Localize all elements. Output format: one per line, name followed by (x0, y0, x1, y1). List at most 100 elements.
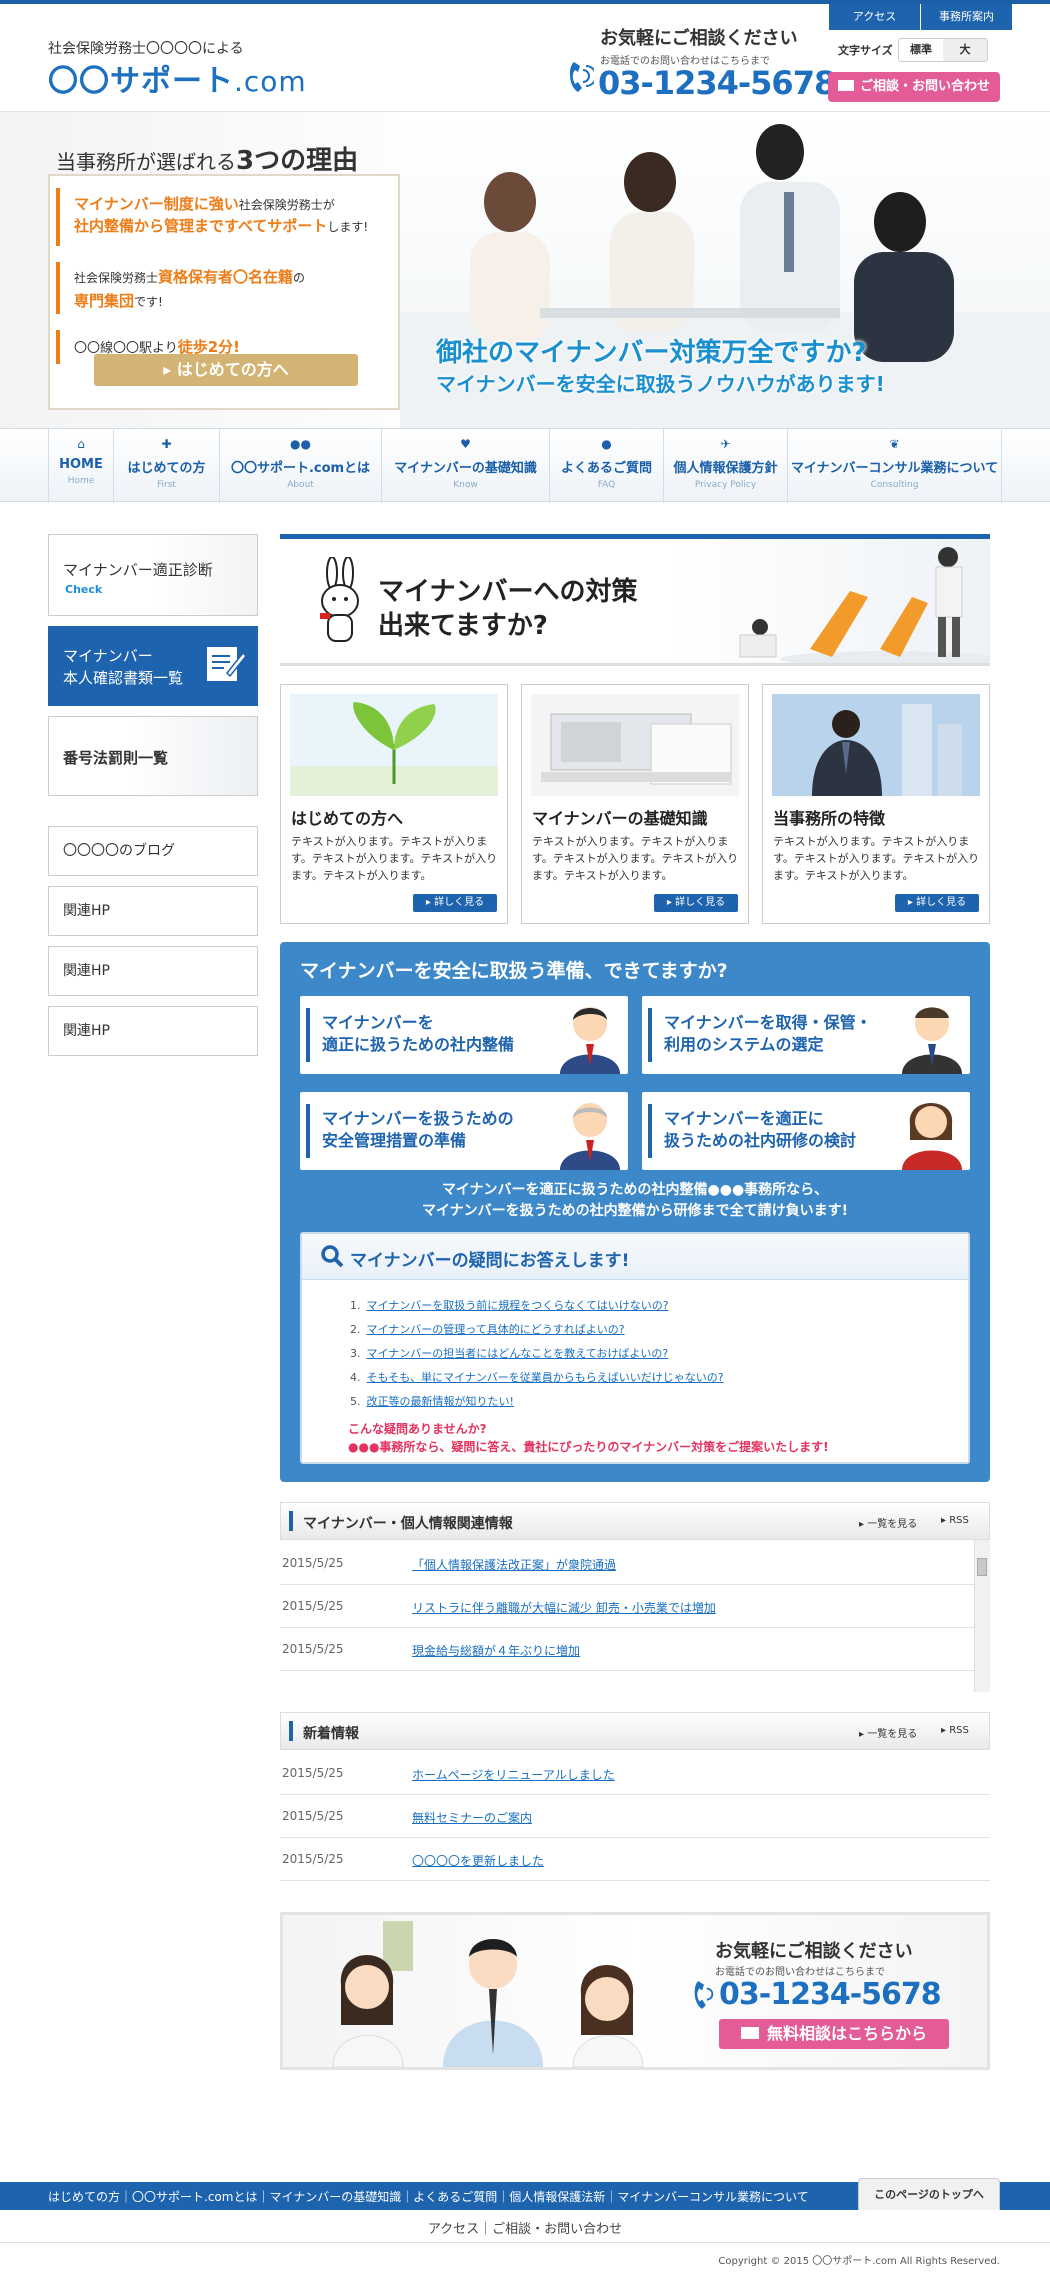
consult-button[interactable]: ご相談・お問い合わせ (828, 72, 1000, 102)
feature-more-button[interactable]: ▸ 詳しく見る (654, 894, 738, 912)
sidebar-banner-check[interactable]: マイナンバー適正診断 Check (48, 534, 258, 616)
nav-item-about[interactable]: ●● 〇〇サポート.comとは About (220, 429, 382, 503)
news-link[interactable]: 現金給与総額が４年ぶりに増加 (412, 1642, 580, 1659)
nav-item-privacy[interactable]: ✈ 個人情報保護方針 Privacy Policy (664, 429, 788, 503)
faq-link[interactable]: マイナンバーの管理って具体的にどうすればよいの? (367, 1323, 625, 1336)
prep-card-line2: 利用のシステムの選定 (664, 1035, 824, 1054)
news-row: 2015/5/25 「個人情報保護法改正案」が衆院通過 (280, 1542, 980, 1585)
consult-button-label: ご相談・お問い合わせ (859, 79, 990, 94)
feature-more-label: 詳しく見る (916, 897, 967, 908)
feature-more-button[interactable]: ▸ 詳しく見る (413, 894, 497, 912)
section-accent-bar (289, 1511, 293, 1531)
nav-item-faq[interactable]: ● よくあるご質問 FAQ (550, 429, 664, 503)
reason-1-emph2: 社内整備から管理まですべてサポート (74, 217, 328, 235)
news-link[interactable]: 「個人情報保護法改正案」が衆院通過 (412, 1556, 616, 1573)
feature-more-button[interactable]: ▸ 詳しく見る (895, 894, 979, 912)
sidebar-link-related-3[interactable]: 関連HP (48, 1006, 258, 1056)
top-link-access[interactable]: アクセス (828, 4, 920, 30)
main-banner-catch: マイナンバーへの対策 出来てますか? (378, 575, 637, 643)
tel-number[interactable]: 03-1234-5678 (598, 64, 836, 102)
contact-banner: お気軽にご相談ください お電話でのお問い合わせはこちらまで 03-1234-56… (280, 1912, 990, 2070)
mail-icon (837, 80, 854, 91)
prep-card-system[interactable]: マイナンバーを取得・保管・ 利用のシステムの選定 (642, 996, 970, 1074)
news-link[interactable]: ホームページをリニューアルしました (412, 1766, 615, 1783)
prep-card-line1: マイナンバーを扱うための (322, 1109, 514, 1128)
reason-2: 社会保険労務士資格保有者〇名在籍の 専門集団です! (56, 262, 392, 314)
page-top-button[interactable]: このページのトップへ (858, 2178, 1000, 2210)
sidebar-banner-penalties[interactable]: 番号法罰則一覧 (48, 716, 258, 796)
businessman-illustration (902, 1007, 962, 1074)
top-link-office[interactable]: 事務所案内 (920, 4, 1012, 30)
rss-link[interactable]: ▸ RSS (941, 1515, 969, 1526)
nav-label: よくあるご質問 (560, 461, 652, 476)
first-visit-button[interactable]: ▸ はじめての方へ (94, 354, 358, 386)
news-date: 2015/5/25 (282, 1766, 344, 1780)
sidebar-link-related-1[interactable]: 関連HP (48, 886, 258, 936)
nav-sublabel: First (157, 480, 176, 490)
hero-title-strong: 3つの理由 (236, 146, 359, 176)
font-size-large-button[interactable]: 大 (943, 39, 987, 61)
news-scrollbar[interactable] (974, 1540, 990, 1692)
sidebar-banner-check-sub: Check (65, 583, 103, 596)
faq-item: 2. マイナンバーの管理って具体的にどうすればよいの? (350, 1323, 625, 1336)
prep-card-line2: 扱うための社内研修の検討 (664, 1131, 857, 1150)
site-header: 社会保険労務士〇〇〇〇による 〇〇サポート.com お気軽にご相談ください お電… (0, 4, 1050, 112)
news-list-link[interactable]: ▸ 一覧を見る (859, 1515, 917, 1530)
reason-1-emph: マイナンバー制度に強い (74, 195, 239, 213)
nav-sublabel: Home (67, 476, 95, 486)
faq-link[interactable]: マイナンバーの担当者にはどんなことを教えておけばよいの? (367, 1347, 669, 1360)
phone-icon (569, 62, 594, 92)
faq-link[interactable]: 改正等の最新情報が知りたい! (367, 1395, 514, 1408)
news-title: マイナンバー・個人情報関連情報 (303, 1516, 513, 1532)
nav-item-first[interactable]: ✚ はじめての方 First (114, 429, 220, 503)
preparation-message-line2: マイナンバーを扱うための社内整備から研修まで全て請け負います! (421, 1203, 849, 1219)
news-date: 2015/5/25 (282, 1852, 344, 1866)
sidebar-link-blog[interactable]: 〇〇〇〇のブログ (48, 826, 258, 876)
font-size-standard-button[interactable]: 標準 (899, 39, 943, 61)
news-list-link[interactable]: ▸ 一覧を見る (859, 1725, 917, 1740)
businessman-illustration (560, 1007, 620, 1074)
site-logo[interactable]: 〇〇サポート.com (48, 56, 307, 100)
footer-links[interactable]: はじめての方｜〇〇サポート.comとは｜マイナンバーの基礎知識｜よくあるご質問｜… (48, 2188, 809, 2205)
news-date: 2015/5/25 (282, 1599, 344, 1613)
news-list-link-label: 一覧を見る (867, 1729, 918, 1740)
sidebar-banner-id-line1: マイナンバー (63, 647, 153, 665)
faq-item: 3. マイナンバーの担当者にはどんなことを教えておけばよいの? (350, 1347, 669, 1360)
contact-banner-tel[interactable]: 03-1234-5678 (719, 1977, 942, 2012)
main-banner-line1: マイナンバーへの対策 (378, 577, 638, 607)
reason-2-text: 社会保険労務士 (74, 271, 159, 285)
footer-sub-links[interactable]: アクセス｜ご相談・お問い合わせ (0, 2218, 1050, 2237)
rss-link[interactable]: ▸ RSS (941, 1725, 969, 1736)
free-consult-button[interactable]: 無料相談はこちらから (719, 2019, 949, 2049)
rss-label: RSS (949, 1725, 969, 1736)
free-consult-button-label: 無料相談はこちらから (766, 2024, 927, 2043)
nav-sublabel: Consulting (870, 480, 919, 490)
news-link[interactable]: リストラに伴う離職が大幅に減少 卸売・小売業では増加 (412, 1599, 716, 1616)
prep-card-text: マイナンバーを取得・保管・ 利用のシステムの選定 (664, 1012, 872, 1056)
nav-item-home[interactable]: ⌂ HOME Home (48, 429, 114, 503)
office-desk-image (531, 694, 739, 796)
faq-link[interactable]: マイナンバーを取扱う前に規程をつくらなくてはいけないの? (367, 1299, 669, 1312)
elderly-man-illustration (560, 1103, 620, 1170)
global-nav: ⌂ HOME Home ✚ はじめての方 First ●● 〇〇サポート.comとは Abo… (0, 428, 1050, 503)
nav-item-know[interactable]: ♥ マイナンバーの基礎知識 Know (382, 429, 550, 503)
prep-card-text: マイナンバーを扱うための 安全管理措置の準備 (322, 1108, 514, 1152)
news-link[interactable]: 無料セミナーのご案内 (412, 1809, 532, 1826)
faq-list: 1. マイナンバーを取扱う前に規程をつくらなくてはいけないの? 2. マイナンバーの… (350, 1294, 724, 1414)
prep-card-internal[interactable]: マイナンバーを 適正に扱うための社内整備 (300, 996, 628, 1074)
scrollbar-thumb[interactable] (977, 1558, 987, 1576)
prep-card-security[interactable]: マイナンバーを扱うための 安全管理措置の準備 (300, 1092, 628, 1170)
sidebar-banner-penalties-title: 番号法罰則一覧 (63, 749, 169, 767)
reason-1-text: 社会保険労務士が (238, 198, 335, 212)
sidebar-link-related-2[interactable]: 関連HP (48, 946, 258, 996)
prep-card-line2: 適正に扱うための社内整備 (322, 1035, 515, 1054)
nav-item-consulting[interactable]: ❦ マイナンバーコンサル業務について Consulting (788, 429, 1002, 503)
faq-link[interactable]: そもそも、単にマイナンバーを従業員からもらえばいいだけじゃないの? (367, 1371, 724, 1384)
news-link[interactable]: 〇〇〇〇を更新しました (412, 1852, 544, 1869)
nav-sublabel: Privacy Policy (694, 480, 757, 490)
news-date: 2015/5/25 (282, 1809, 344, 1823)
prep-card-line1: マイナンバーを適正に (664, 1109, 824, 1128)
prep-card-training[interactable]: マイナンバーを適正に扱うための社内研修の検討 (642, 1092, 970, 1170)
sidebar-banner-id-documents[interactable]: マイナンバー 本人確認書類一覧 (48, 626, 258, 706)
reason-2-emph: 資格保有者〇名在籍 (158, 268, 294, 286)
